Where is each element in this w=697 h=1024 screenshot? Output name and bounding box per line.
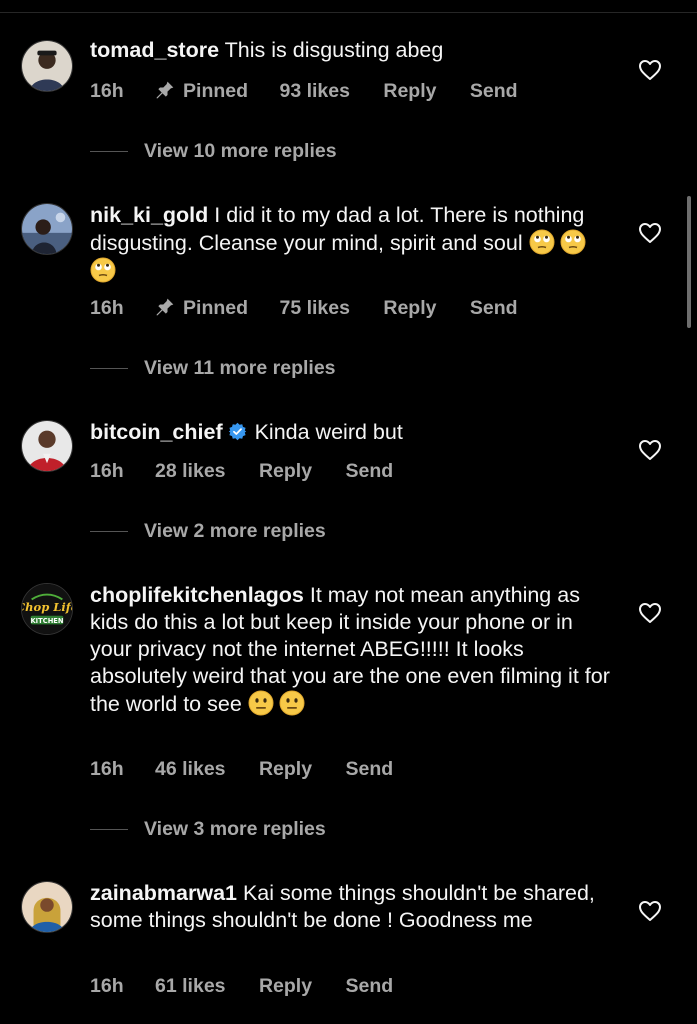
- view-replies-button[interactable]: View 2 more replies: [90, 520, 326, 546]
- replies-divider: [90, 531, 128, 533]
- comment-meta: 16h 28 likes Reply Send: [90, 460, 393, 483]
- neutral-face-emoji: [279, 690, 305, 716]
- avatar-image: [22, 41, 72, 91]
- pinned-label: Pinned: [155, 80, 248, 103]
- view-replies-label[interactable]: View 2 more replies: [144, 520, 326, 542]
- likes-count[interactable]: 75 likes: [279, 297, 349, 320]
- top-divider: [0, 12, 697, 13]
- reply-button[interactable]: Reply: [259, 975, 312, 998]
- heart-icon[interactable]: [638, 439, 662, 461]
- reply-button[interactable]: Reply: [259, 758, 312, 781]
- avatar-image: [22, 882, 72, 932]
- comment-time: 16h: [90, 297, 124, 319]
- view-replies-label[interactable]: View 10 more replies: [144, 140, 337, 162]
- comment-text: nik_ki_gold I did it to my dad a lot. Th…: [90, 202, 610, 285]
- replies-divider: [90, 151, 128, 153]
- send-button[interactable]: Send: [345, 460, 393, 483]
- send-button[interactable]: Send: [470, 80, 518, 103]
- likes-count[interactable]: 61 likes: [155, 975, 225, 998]
- comment-time: 16h: [90, 975, 124, 997]
- replies-divider: [90, 829, 128, 831]
- pinned-label: Pinned: [155, 297, 248, 320]
- pinned-text: Pinned: [183, 80, 249, 102]
- logo-script-text: Chop Life: [22, 600, 72, 614]
- send-button[interactable]: Send: [470, 297, 518, 320]
- eye-roll-emoji: [90, 257, 116, 283]
- comment-meta: 16h Pinned 75 likes Reply Send: [90, 297, 518, 320]
- replies-divider: [90, 368, 128, 370]
- reply-button[interactable]: Reply: [383, 297, 436, 320]
- comment-body: Kinda weird but: [254, 420, 403, 444]
- view-replies-button[interactable]: View 10 more replies: [90, 140, 337, 166]
- comment-time: 16h: [90, 80, 124, 102]
- comment-username[interactable]: bitcoin_chief: [90, 420, 223, 444]
- avatar[interactable]: [21, 203, 73, 255]
- comment-time: 16h: [90, 460, 124, 482]
- likes-count[interactable]: 28 likes: [155, 460, 225, 483]
- view-replies-label[interactable]: View 3 more replies: [144, 818, 326, 840]
- avatar[interactable]: Chop Life KITCHEN: [21, 583, 73, 635]
- comment-username[interactable]: zainabmarwa1: [90, 881, 237, 905]
- avatar[interactable]: [21, 40, 73, 92]
- heart-icon[interactable]: [638, 222, 662, 244]
- comment-meta: 16h Pinned 93 likes Reply Send: [90, 80, 518, 103]
- send-button[interactable]: Send: [345, 975, 393, 998]
- neutral-face-emoji: [248, 690, 274, 716]
- eye-roll-emoji: [560, 229, 586, 255]
- comment-body: This is disgusting abeg: [224, 38, 444, 62]
- comment-time: 16h: [90, 758, 124, 780]
- avatar[interactable]: [21, 420, 73, 472]
- comment-meta: 16h 46 likes Reply Send: [90, 758, 393, 781]
- comment-text: tomad_store This is disgusting abeg: [90, 37, 610, 64]
- scrollbar[interactable]: [687, 196, 691, 328]
- send-button[interactable]: Send: [345, 758, 393, 781]
- avatar-image: Chop Life KITCHEN: [22, 584, 72, 634]
- heart-icon[interactable]: [638, 59, 662, 81]
- comment-text: zainabmarwa1 Kai some things shouldn't b…: [90, 880, 610, 934]
- logo-kitchen-text: KITCHEN: [30, 617, 63, 625]
- comment-username[interactable]: choplifekitchenlagos: [90, 583, 304, 607]
- likes-count[interactable]: 93 likes: [279, 80, 349, 103]
- verified-badge-icon: [228, 422, 246, 441]
- emoji-group: [248, 690, 310, 716]
- comment-text: bitcoin_chief Kinda weird but: [90, 419, 610, 446]
- pin-icon: [156, 298, 174, 316]
- comment-text: choplifekitchenlagos It may not mean any…: [90, 582, 610, 718]
- eye-roll-emoji: [529, 229, 555, 255]
- reply-button[interactable]: Reply: [383, 80, 436, 103]
- heart-icon[interactable]: [638, 602, 662, 624]
- view-replies-label[interactable]: View 11 more replies: [144, 357, 336, 379]
- pin-icon: [156, 81, 174, 99]
- reply-button[interactable]: Reply: [259, 460, 312, 483]
- comment-meta: 16h 61 likes Reply Send: [90, 975, 393, 998]
- avatar-image: [22, 421, 72, 471]
- avatar-image: [22, 204, 72, 254]
- pinned-text: Pinned: [183, 297, 249, 319]
- avatar[interactable]: [21, 881, 73, 933]
- view-replies-button[interactable]: View 3 more replies: [90, 818, 326, 844]
- comment-username[interactable]: nik_ki_gold: [90, 203, 208, 227]
- heart-icon[interactable]: [638, 900, 662, 922]
- likes-count[interactable]: 46 likes: [155, 758, 225, 781]
- view-replies-button[interactable]: View 11 more replies: [90, 357, 336, 383]
- comment-username[interactable]: tomad_store: [90, 38, 219, 62]
